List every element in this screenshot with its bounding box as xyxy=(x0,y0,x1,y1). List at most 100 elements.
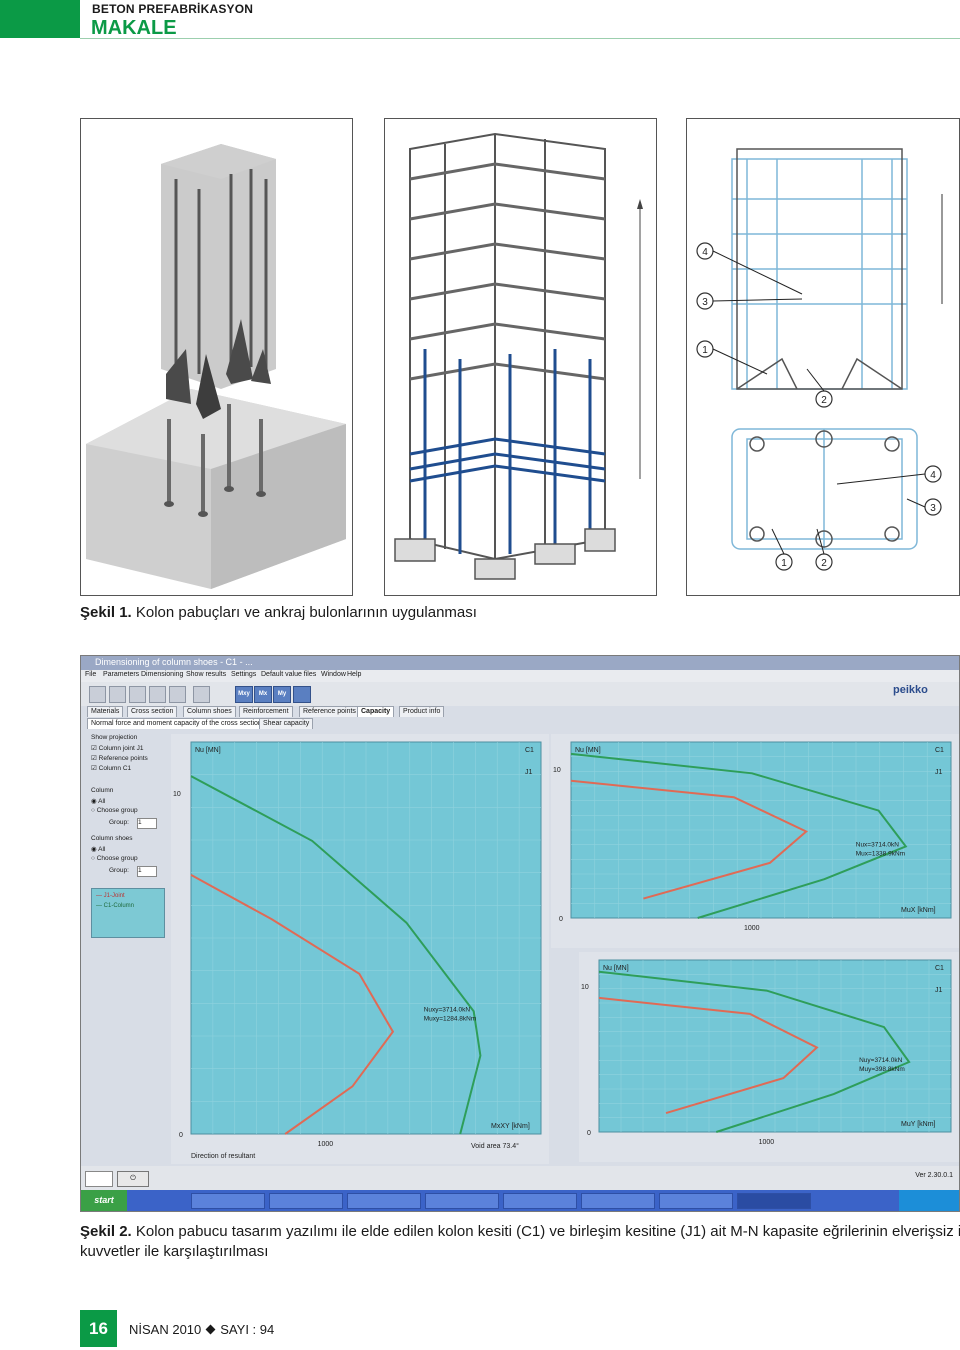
column-radio-all[interactable]: ◉ All xyxy=(91,797,105,805)
x-tick-label: 1000 xyxy=(759,1139,775,1146)
legend-column: — C1-Column xyxy=(96,903,135,909)
printer-icon[interactable] xyxy=(193,686,210,703)
flag-icon xyxy=(85,1171,113,1187)
help-icon[interactable] xyxy=(89,686,106,703)
tab-reference-points[interactable]: Reference points xyxy=(299,706,360,717)
annotation-label: Mux=1338.9kNm xyxy=(856,850,905,857)
y-tick-label: 0 xyxy=(587,1130,591,1137)
window-titlebar: Dimensioning of column shoes - C1 - ... xyxy=(81,656,959,670)
chart-main-mxy: C1 J1 Nu [MN] MxXY [kNm] 10 0 1000 Nuxy=3714.0k… xyxy=(171,734,549,1164)
figure2-text: Kolon pabucu tasarım yazılımı ile elde e… xyxy=(135,1223,960,1240)
table-icon[interactable] xyxy=(169,686,186,703)
legend-joint-label: J1-Joint xyxy=(103,893,125,899)
issue-date: NİSAN 2010 xyxy=(129,1322,202,1337)
figure1-text: Kolon pabuçları ve ankraj bulonlarının u… xyxy=(135,604,477,621)
column-radio-choose[interactable]: ○ Choose group xyxy=(91,807,138,814)
legend-column-label: C1-Column xyxy=(103,903,135,909)
column-radio-choose-label: Choose group xyxy=(96,807,138,814)
taskbar-item-active[interactable] xyxy=(737,1193,811,1209)
menu-dimensioning[interactable]: Dimensioning xyxy=(141,671,183,678)
tab-capacity[interactable]: Capacity xyxy=(357,706,395,717)
check-column-joint[interactable]: ☑ Column joint J1 xyxy=(91,744,143,752)
start-button[interactable]: start xyxy=(81,1190,127,1211)
shoes-radio-choose[interactable]: ○ Choose group xyxy=(91,855,138,862)
menu-window[interactable]: Window xyxy=(321,671,346,678)
category-title: MAKALE xyxy=(91,17,177,39)
tab-materials[interactable]: Materials xyxy=(87,706,124,717)
tab-shear-capacity[interactable]: Shear capacity xyxy=(259,718,314,729)
menu-settings[interactable]: Settings xyxy=(231,671,256,678)
my-button[interactable]: My xyxy=(273,686,291,703)
shoes-radio-choose-label: Choose group xyxy=(96,855,138,862)
print-icon[interactable] xyxy=(149,686,166,703)
taskbar-item[interactable] xyxy=(581,1193,655,1209)
legend-joint: — J1-Joint xyxy=(96,893,125,899)
annotation-label: Muy=398.8kNm xyxy=(859,1066,905,1073)
series-label-C1: C1 xyxy=(525,747,534,754)
check-reference-points-label: Reference points xyxy=(98,755,148,762)
tab-cross-section[interactable]: Cross section xyxy=(127,706,178,717)
tab-normal-force[interactable]: Normal force and moment capacity of the … xyxy=(87,718,266,729)
tab-reinforcement[interactable]: Reinforcement xyxy=(239,706,293,717)
taskbar-item[interactable] xyxy=(659,1193,733,1209)
menu-help[interactable]: Help xyxy=(347,671,361,678)
figure1-label: Şekil 1. xyxy=(80,604,132,621)
taskbar-item[interactable] xyxy=(425,1193,499,1209)
taskbar-item[interactable] xyxy=(347,1193,421,1209)
series-label-J1: J1 xyxy=(525,769,533,776)
grid-button[interactable] xyxy=(293,686,311,703)
taskbar-item[interactable] xyxy=(503,1193,577,1209)
callout-4-plan: 4 xyxy=(930,470,936,481)
system-tray xyxy=(899,1190,959,1211)
figure1-render-panel xyxy=(80,118,353,596)
shoes-radio-all[interactable]: ◉ All xyxy=(91,845,105,853)
main-tabs: Materials Cross section Column shoes Rei… xyxy=(81,706,959,718)
save-icon[interactable] xyxy=(129,686,146,703)
x-axis-label: MxXY [kNm] xyxy=(491,1123,530,1130)
menu-file[interactable]: File xyxy=(85,671,96,678)
check-reference-points[interactable]: ☑ Reference points xyxy=(91,754,148,762)
tab-product-info[interactable]: Product info xyxy=(399,706,445,717)
shoes-radio-all-label: All xyxy=(98,846,106,853)
taskbar-item[interactable] xyxy=(269,1193,343,1209)
callout-3-plan: 3 xyxy=(930,503,936,514)
figure2-text-line2: kuvvetler ile karşılaştırılması xyxy=(80,1243,269,1260)
open-icon[interactable] xyxy=(109,686,126,703)
y-axis-label: Nu [MN] xyxy=(195,747,221,754)
diamond-icon xyxy=(205,1324,216,1335)
status-bar: ⏻ Ver 2.30.0.1 xyxy=(81,1166,959,1190)
ok-button[interactable]: ⏻ xyxy=(117,1171,149,1187)
callout-2: 2 xyxy=(821,395,827,406)
header-rule xyxy=(80,38,960,39)
issue-number: SAYI : 94 xyxy=(220,1322,275,1337)
callout-2-plan: 2 xyxy=(821,558,827,569)
series-label-J1: J1 xyxy=(935,987,943,994)
column-group-title: Column xyxy=(91,787,114,794)
figure1-reinforcement-panel xyxy=(384,118,657,596)
header-green-bar xyxy=(0,0,80,38)
figure2-label: Şekil 2. xyxy=(80,1223,132,1240)
y-tick-label: 10 xyxy=(581,984,589,991)
column-group-stepper[interactable]: 1 xyxy=(137,818,157,829)
column-group-label: Group: xyxy=(109,819,129,826)
chart-muy: C1 J1 Nu [MN] MuY [kNm] 10 0 1000 Nuy=3714.0kN M… xyxy=(579,952,959,1162)
shoes-group-title: Column shoes xyxy=(91,835,133,842)
check-column[interactable]: ☑ Column C1 xyxy=(91,764,131,772)
shoes-group-stepper[interactable]: 1 xyxy=(137,866,157,877)
brand-logo: peikko xyxy=(893,684,928,696)
menu-show-results[interactable]: Show results xyxy=(186,671,226,678)
figure1-caption: Şekil 1. Kolon pabuçları ve ankraj bulon… xyxy=(80,604,477,621)
show-projection-label: Show projection xyxy=(91,734,138,741)
taskbar-item[interactable] xyxy=(191,1193,265,1209)
window-title: Dimensioning of column shoes - C1 - ... xyxy=(95,657,253,667)
curve-legend: — J1-Joint — C1-Column xyxy=(91,888,165,938)
tab-column-shoes[interactable]: Column shoes xyxy=(183,706,236,717)
menu-parameters[interactable]: Parameters xyxy=(103,671,139,678)
mx-button[interactable]: Mx xyxy=(254,686,272,703)
annotation-label: Nuy=3714.0kN xyxy=(859,1057,902,1064)
callout-1: 1 xyxy=(702,345,708,356)
menu-default-files[interactable]: Default value files xyxy=(261,671,316,678)
menu-bar: File Parameters Dimensioning Show result… xyxy=(81,670,959,682)
annotation-label: Nuxy=3714.0kN xyxy=(424,1006,471,1013)
mxy-button[interactable]: Mxy xyxy=(235,686,253,703)
